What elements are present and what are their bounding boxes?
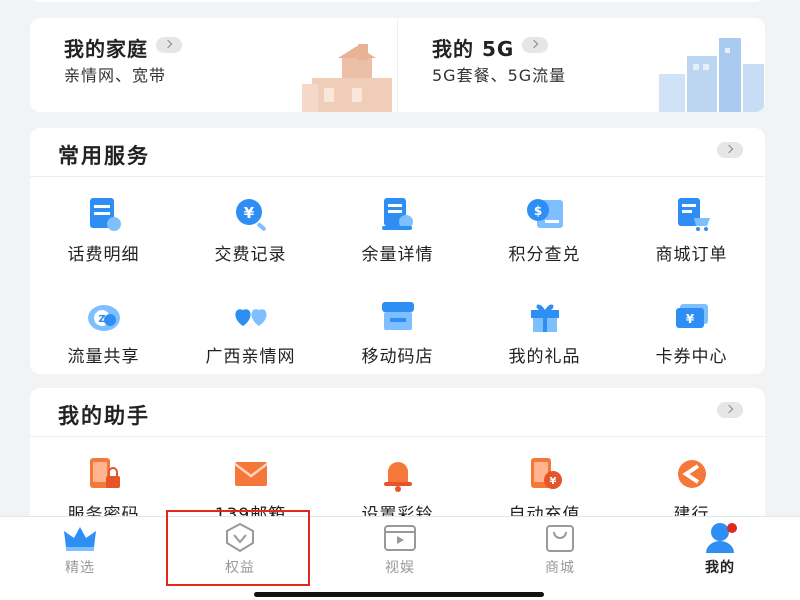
divider bbox=[30, 436, 765, 437]
data-share-icon: Z bbox=[87, 305, 120, 331]
divider bbox=[30, 176, 765, 177]
svg-text:$: $ bbox=[533, 204, 541, 218]
service-points-exchange[interactable]: $ 积分查兑 bbox=[471, 194, 618, 265]
service-bill-detail[interactable]: 话费明细 bbox=[30, 194, 177, 265]
my-5g-subtitle: 5G套餐、5G流量 bbox=[432, 66, 567, 85]
highlight-box bbox=[166, 510, 310, 586]
tab-mine[interactable]: 我的 bbox=[640, 517, 800, 600]
chevron-right-icon bbox=[522, 37, 549, 53]
my-family-entry[interactable]: 我的家庭 亲情网、宽带 bbox=[30, 18, 397, 112]
svg-text:¥: ¥ bbox=[549, 476, 556, 487]
gift-icon bbox=[530, 304, 559, 332]
bottom-tab-bar: 精选 权益 视娱 商城 我的 bbox=[0, 516, 800, 600]
shop-icon bbox=[546, 525, 574, 552]
promo-card: 我的家庭 亲情网、宽带 我的 5G 5G套餐、5G流量 bbox=[30, 18, 765, 112]
service-qr-store[interactable]: 移动码店 bbox=[324, 296, 471, 367]
points-exchange-icon: $ bbox=[526, 199, 563, 228]
section-title: 常用服务 bbox=[58, 144, 150, 168]
house-illustration-icon bbox=[302, 44, 392, 112]
svg-text:¥: ¥ bbox=[243, 204, 254, 222]
common-services-section: 常用服务 话费明细 ¥ 交费记录 余量详情 $ 积分查兑 商城订单 Z 流量共享 bbox=[30, 128, 765, 374]
assistant-ccb[interactable]: 建行 bbox=[618, 454, 765, 525]
more-chevron-icon[interactable] bbox=[717, 402, 743, 418]
top-card-edge bbox=[30, 0, 765, 2]
bill-detail-icon bbox=[89, 198, 121, 231]
ringtone-icon bbox=[383, 462, 412, 492]
payment-record-icon: ¥ bbox=[235, 199, 266, 231]
home-indicator bbox=[254, 592, 544, 597]
crown-icon bbox=[64, 527, 96, 551]
my-5g-entry[interactable]: 我的 5G 5G套餐、5G流量 bbox=[397, 18, 764, 112]
mail-icon bbox=[233, 462, 268, 486]
service-data-share[interactable]: Z 流量共享 bbox=[30, 296, 177, 367]
balance-detail-icon bbox=[381, 198, 413, 230]
my-family-subtitle: 亲情网、宽带 bbox=[64, 66, 167, 85]
service-password-icon bbox=[89, 458, 120, 488]
service-mall-order[interactable]: 商城订单 bbox=[618, 194, 765, 265]
coupon-icon: ¥ bbox=[675, 304, 708, 328]
assistant-ringtone[interactable]: 设置彩铃 bbox=[324, 454, 471, 525]
service-payment-record[interactable]: ¥ 交费记录 bbox=[177, 194, 324, 265]
service-coupon[interactable]: ¥ 卡券中心 bbox=[618, 296, 765, 367]
tab-featured[interactable]: 精选 bbox=[0, 517, 160, 600]
chevron-right-icon bbox=[156, 37, 182, 53]
section-title: 我的助手 bbox=[58, 404, 150, 428]
video-icon bbox=[384, 525, 416, 551]
mall-order-icon bbox=[677, 198, 710, 231]
my-5g-title: 我的 5G bbox=[432, 37, 515, 61]
qr-store-icon bbox=[381, 302, 414, 330]
ccb-icon bbox=[677, 460, 706, 488]
more-chevron-icon[interactable] bbox=[717, 142, 743, 158]
profile-icon bbox=[706, 523, 737, 553]
my-assistant-section: 我的助手 服务密码 139邮箱 设置彩铃 ¥ 自动充值 建行 bbox=[30, 388, 765, 528]
svg-text:¥: ¥ bbox=[685, 312, 694, 326]
assistant-service-password[interactable]: 服务密码 bbox=[30, 454, 177, 525]
service-family-network[interactable]: 广西亲情网 bbox=[177, 296, 324, 367]
my-family-title: 我的家庭 bbox=[64, 37, 148, 61]
auto-recharge-icon: ¥ bbox=[530, 458, 562, 489]
service-gift[interactable]: 我的礼品 bbox=[471, 296, 618, 367]
family-network-icon bbox=[234, 309, 267, 326]
city-illustration-icon bbox=[659, 38, 764, 112]
assistant-auto-recharge[interactable]: ¥ 自动充值 bbox=[471, 454, 618, 525]
service-balance-detail[interactable]: 余量详情 bbox=[324, 194, 471, 265]
svg-text:Z: Z bbox=[98, 314, 105, 325]
tab-video[interactable]: 视娱 bbox=[320, 517, 480, 600]
tab-shop[interactable]: 商城 bbox=[480, 517, 640, 600]
